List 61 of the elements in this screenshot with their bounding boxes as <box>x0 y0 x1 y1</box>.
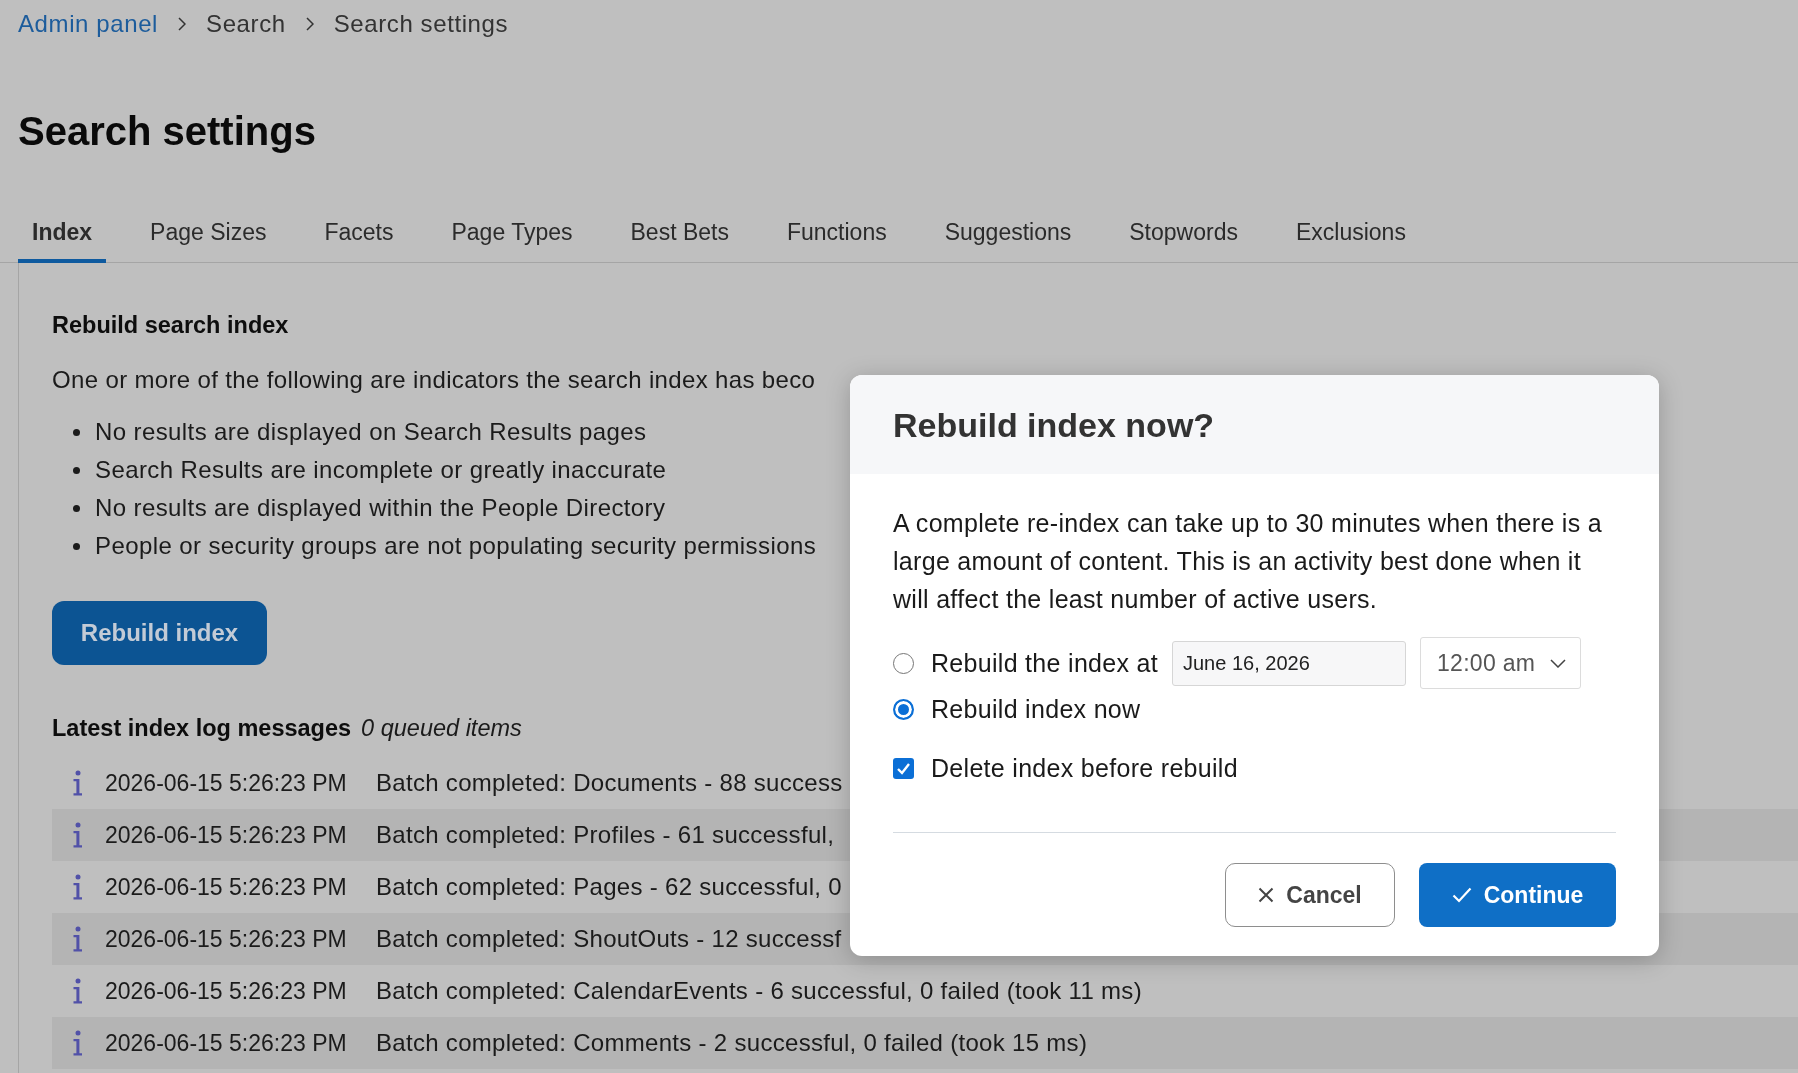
section-heading: Rebuild search index <box>52 311 289 339</box>
log-message: Batch completed: Documents - 88 success <box>376 769 843 797</box>
continue-button[interactable]: Continue <box>1419 863 1616 927</box>
tab[interactable]: Exclusions <box>1281 204 1420 263</box>
rebuild-index-button[interactable]: Rebuild index <box>52 601 267 665</box>
list-item-text: Search Results are incomplete or greatly inaccurate <box>95 455 667 485</box>
tab[interactable]: Facets <box>310 204 408 263</box>
tab[interactable]: Index <box>18 204 107 263</box>
info-icon <box>72 1030 83 1056</box>
tab[interactable]: Page Types <box>437 204 587 263</box>
log-time: 2026-06-15 5:26:23 PM <box>105 925 348 953</box>
list-item-text: No results are displayed on Search Results pages <box>95 417 647 447</box>
checkbox-label: Delete index before rebuild <box>931 753 1238 783</box>
list-item-text: No results are displayed within the People Directory <box>95 493 666 523</box>
tab[interactable]: Functions <box>772 204 901 263</box>
info-icon <box>72 926 83 952</box>
log-message: Batch completed: CalendarEvents - 6 successful, 0 failed (took 11 ms) <box>376 977 1142 1005</box>
bullet-icon <box>73 428 80 436</box>
tab[interactable]: Page Sizes <box>136 204 281 263</box>
log-message: Batch completed: Pages - 62 successful, 0 <box>376 873 842 901</box>
date-field[interactable]: June 16, 2026 <box>1172 640 1406 686</box>
info-icon <box>72 978 83 1004</box>
radio-button[interactable] <box>893 652 914 674</box>
bullet-icon <box>73 466 80 474</box>
breadcrumb-item: Search settings <box>333 10 509 38</box>
page-title: Search settings <box>18 108 316 155</box>
cancel-button[interactable]: Cancel <box>1225 863 1395 927</box>
tab[interactable]: Suggestions <box>930 204 1086 263</box>
log-time: 2026-06-15 5:26:23 PM <box>105 821 348 849</box>
time-select[interactable]: 12:00 am <box>1420 637 1581 689</box>
close-icon <box>1258 887 1275 903</box>
breadcrumb-item: Search <box>206 10 286 38</box>
bullet-icon <box>73 504 80 512</box>
dialog-message: A complete re-index can take up to 30 minutes when there is a large amount of content. This is an activity best done when it will affect the least number of active users. <box>893 508 1603 615</box>
dialog-title: Rebuild index now? <box>893 404 1215 446</box>
log-time: 2026-06-15 5:26:23 PM <box>105 873 348 901</box>
intro-text: One or more of the following are indicators the search index has beco <box>52 365 816 395</box>
log-time: 2026-06-15 5:26:23 PM <box>105 769 348 797</box>
bullet-icon <box>73 542 80 550</box>
tab[interactable]: Stopwords <box>1115 204 1252 263</box>
tab[interactable]: Best Bets <box>616 204 743 263</box>
log-time: 2026-06-15 5:26:23 PM <box>105 1029 348 1057</box>
check-icon <box>1451 887 1472 903</box>
info-icon <box>72 874 83 900</box>
log-time: 2026-06-15 5:26:23 PM <box>105 977 348 1005</box>
log-message: Batch completed: ShoutOuts - 12 successf <box>376 925 842 953</box>
option-label: Rebuild the index at <box>931 648 1158 678</box>
info-icon <box>72 822 83 848</box>
radio-button[interactable] <box>893 698 914 720</box>
checkbox[interactable] <box>893 757 914 779</box>
chevron-right-icon <box>305 17 314 31</box>
option-label: Rebuild index now <box>931 694 1141 724</box>
log-heading: Latest index log messages <box>52 714 352 742</box>
chevron-right-icon <box>178 17 187 31</box>
list-item-text: People or security groups are not populating security permissions <box>95 531 817 561</box>
breadcrumb-link[interactable]: Admin panel <box>18 10 159 38</box>
chevron-down-icon <box>1550 658 1566 668</box>
queued-count: 0 queued items <box>361 714 522 742</box>
log-message: Batch completed: Profiles - 61 successful, <box>376 821 835 849</box>
info-icon <box>72 770 83 796</box>
log-message: Batch completed: Comments - 2 successful, 0 failed (took 15 ms) <box>376 1029 1088 1057</box>
